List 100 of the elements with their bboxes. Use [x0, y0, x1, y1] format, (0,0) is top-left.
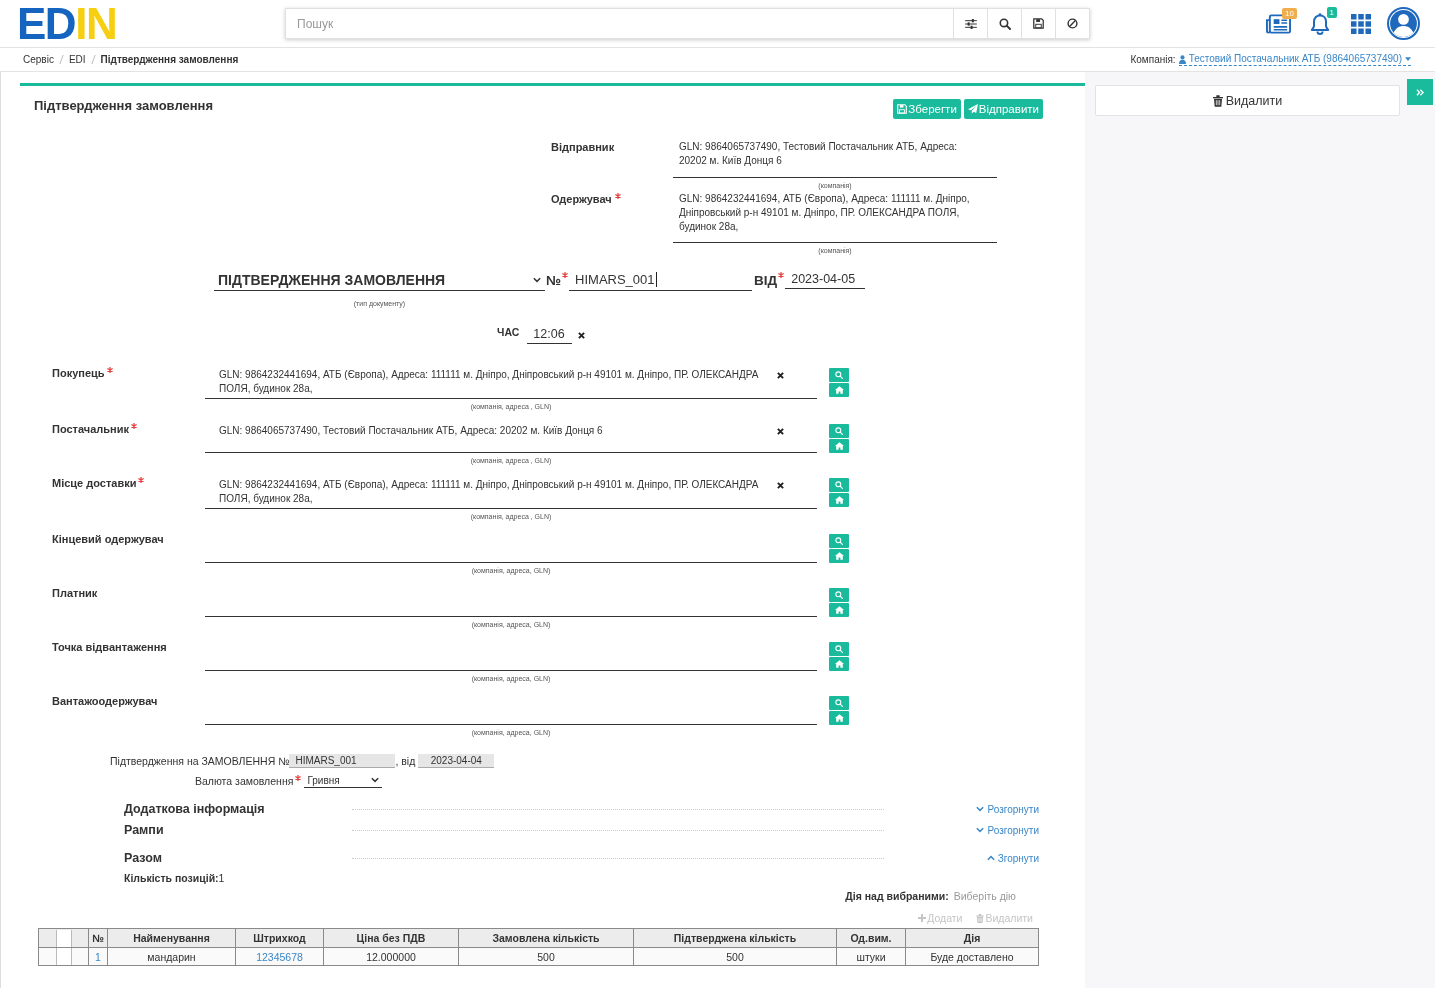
trash-icon [976, 913, 985, 923]
summary-label: Кількість позицій: [124, 872, 219, 884]
home-button[interactable] [829, 493, 849, 507]
count-badge: 10 [1282, 7, 1297, 19]
field-label: Кінцевий одержувач [52, 532, 164, 546]
close-icon [777, 482, 784, 489]
home-button[interactable] [829, 657, 849, 671]
time-label: ЧАС [497, 326, 520, 338]
breadcrumb-link[interactable]: Сервіс [23, 54, 54, 65]
column-header: Підтверджена кількість [633, 928, 837, 948]
home-icon [834, 606, 844, 614]
home-button[interactable] [829, 711, 849, 725]
search-icon [835, 699, 843, 707]
company-label: Компанія: [1130, 54, 1176, 65]
chevron-down-icon [371, 777, 380, 783]
breadcrumb-link[interactable]: EDI [68, 54, 86, 65]
chevron-up-icon [986, 855, 995, 861]
profile-button[interactable] [1387, 7, 1420, 40]
home-icon [834, 496, 844, 504]
order-ref-label: Підтвердження на ЗАМОВЛЕННЯ № [110, 755, 290, 767]
close-icon [777, 372, 784, 379]
column-header: Замовлена кількість [458, 928, 634, 948]
summary-value: 1 [218, 872, 225, 884]
currency-label: Валюта замовлення [195, 773, 294, 788]
order-number-field[interactable]: HIMARS_001 [289, 754, 396, 768]
column-header: Дія [905, 928, 1039, 948]
company-field[interactable]: GLN: 9864065737490, Тестовий Постачальник АТБ, Адреса: 20202 м. Київ Донця 6 [673, 140, 997, 178]
paper-plane-icon [967, 104, 978, 114]
clear-button[interactable] [1055, 9, 1089, 38]
double-chevron-icon [1416, 88, 1424, 96]
home-button[interactable] [829, 603, 849, 617]
expand-link[interactable]: Розгорнути [976, 803, 1039, 815]
apps-button[interactable] [1351, 13, 1371, 34]
party-field[interactable]: GLN: 9864065737490, Тестовий Постачальник АТБ, Адреса: 20202 м. Київ Донця 6 [205, 424, 817, 453]
date-field[interactable]: 2023-04-05 [785, 269, 866, 289]
delete-button[interactable]: Видалити [1095, 85, 1400, 116]
grid-icon [1351, 13, 1371, 34]
count-badge: 1 [1326, 6, 1337, 18]
search-icon [998, 17, 1011, 30]
save-query-button[interactable] [1021, 9, 1055, 38]
section-title: Разом [124, 851, 163, 865]
document-title: Підтвердження замовлення [34, 99, 213, 113]
search-icon [835, 371, 843, 379]
home-icon [834, 442, 844, 450]
sliders-icon [964, 18, 977, 29]
field-label: Покупець [52, 366, 105, 380]
filter-button[interactable] [953, 9, 987, 38]
user-icon [1178, 54, 1186, 64]
party-field[interactable]: GLN: 9864232441694, АТБ (Європа), Адреса: 111111 м. Дніпро, Дніпровський р-н 49101 м. Дніпро, ПР. ОЛЕКСАНДРА ПОЛЯ, будинок 28а, [205, 478, 817, 509]
search-icon [835, 481, 843, 489]
plus-icon [918, 914, 927, 922]
collapse-link[interactable]: Згорнути [986, 852, 1039, 864]
checkbox[interactable] [55, 948, 72, 966]
search-icon [835, 645, 843, 653]
field-label: Платник [52, 586, 98, 600]
column-header: Ціна без ПДВ [323, 928, 459, 948]
chevron-down-icon [533, 276, 541, 283]
section-title: Додаткова інформація [124, 802, 266, 816]
bulk-action-label: Дія над вибраними: [845, 890, 949, 902]
home-icon [834, 714, 844, 722]
edin-logo[interactable]: EDIN [17, 5, 117, 42]
column-header: Штрихкод [235, 928, 324, 948]
home-icon [834, 552, 844, 560]
order-date-field[interactable]: 2023-04-04 [418, 754, 495, 768]
panel-toggle-button[interactable] [1407, 79, 1433, 105]
field-label: Точка відвантаження [52, 640, 167, 654]
home-button[interactable] [829, 439, 849, 453]
column-header: Найменування [107, 928, 236, 948]
document-type-select[interactable]: ПІДТВЕРДЖЕННЯ ЗАМОВЛЕННЯ [214, 269, 545, 291]
currency-select[interactable]: Гривня [304, 773, 383, 788]
company-field[interactable]: GLN: 9864232441694, АТБ (Європа), Адреса: 111111 м. Дніпро, Дніпровський р-н 49101 м. Дніпро, ПР. ОЛЕКСАНДРА ПОЛЯ, будинок 28а, [673, 192, 997, 243]
search-button[interactable] [987, 9, 1021, 38]
field-label: Вантажоодержувач [52, 694, 158, 708]
number-field[interactable]: HIMARS_001 [569, 269, 753, 291]
home-button[interactable] [829, 549, 849, 563]
bell-icon [1310, 12, 1330, 35]
search-icon [835, 427, 843, 435]
field-label: Постачальник [52, 422, 129, 436]
search-icon [835, 537, 843, 545]
time-field[interactable]: 12:06 [527, 324, 573, 344]
user-avatar-icon [1387, 7, 1420, 40]
field-label: Місце доставки [52, 476, 137, 490]
column-header: Од.вим. [836, 928, 906, 948]
order-date-label: , від [395, 755, 416, 767]
search-icon [835, 591, 843, 599]
party-field[interactable]: GLN: 9864232441694, АТБ (Європа), Адреса: 111111 м. Дніпро, Дніпровський р-н 49101 м. Дніпро, ПР. ОЛЕКСАНДРА ПОЛЯ, будинок 28а, [205, 368, 817, 399]
company-link[interactable]: Тестовий Постачальник АТБ (9864065737490) [1178, 53, 1411, 66]
date-label: ВІД [754, 272, 778, 290]
ban-icon [1067, 18, 1078, 29]
checkbox[interactable] [55, 929, 72, 947]
home-button[interactable] [829, 383, 849, 397]
table-link[interactable]: 12345678 [256, 950, 303, 963]
trash-icon [1212, 94, 1223, 107]
table-link[interactable]: 1 [95, 950, 101, 963]
expand-link[interactable]: Розгорнути [976, 824, 1039, 836]
number-label: № [546, 272, 562, 290]
save-icon [897, 104, 908, 114]
caret-icon [1405, 57, 1411, 61]
chevron-down-icon [976, 806, 985, 812]
save-icon [1033, 18, 1044, 29]
